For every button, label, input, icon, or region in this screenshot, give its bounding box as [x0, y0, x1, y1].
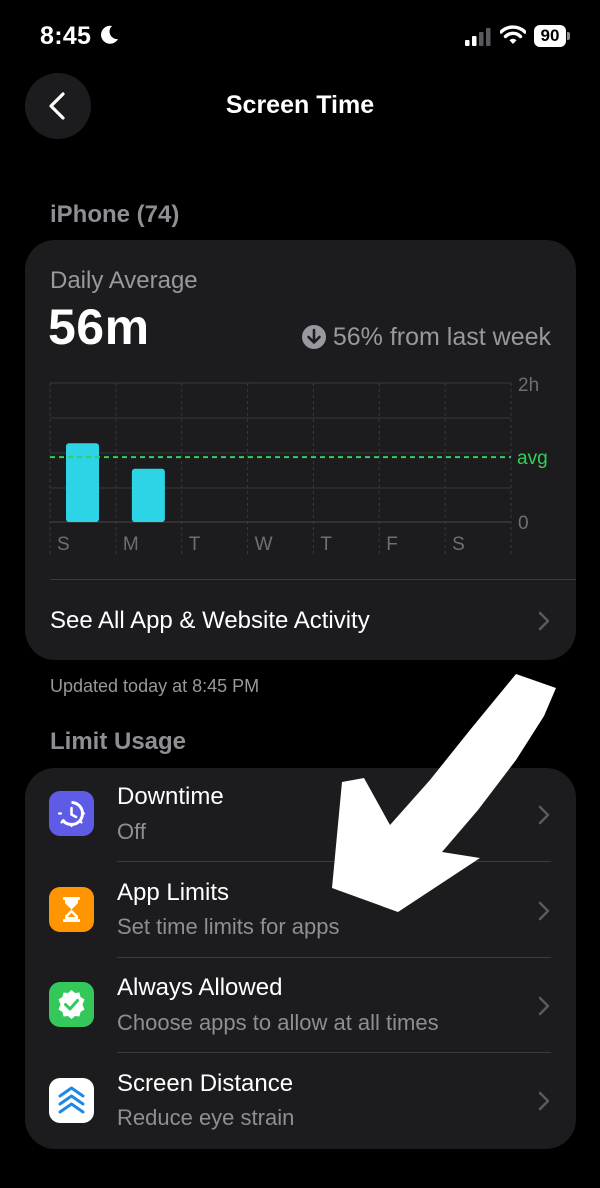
chart-day-label: M — [123, 534, 139, 555]
chart-y-tick-label: 2h — [518, 375, 539, 396]
chevron-right-icon — [538, 805, 550, 825]
row-divider — [117, 1052, 551, 1053]
card-divider — [50, 579, 576, 580]
checkmark-badge-icon — [49, 982, 94, 1027]
battery-level: 90 — [540, 26, 560, 45]
chart-day-label: W — [255, 534, 273, 555]
hourglass-icon — [49, 887, 94, 932]
downtime-subtitle: Off — [117, 819, 146, 844]
chart-bar — [66, 443, 99, 522]
limit-usage-header: Limit Usage — [50, 728, 187, 755]
screen-distance-icon — [49, 1078, 94, 1123]
chevron-right-icon[interactable] — [538, 611, 550, 631]
usage-card: Daily Average 56m 56% from last week avg… — [25, 240, 576, 660]
chevron-right-icon — [538, 901, 550, 921]
row-divider — [117, 957, 551, 958]
chart-y-tick-label: 0 — [518, 513, 529, 534]
chevron-right-icon — [538, 996, 550, 1016]
app-limits-title: App Limits — [117, 879, 230, 906]
screen-distance-title: Screen Distance — [117, 1070, 294, 1097]
chart-day-label: T — [320, 534, 332, 555]
battery-icon: 90 — [534, 25, 570, 47]
downtime-title: Downtime — [117, 783, 224, 810]
chart-day-label: S — [57, 534, 70, 555]
chart-day-label: S — [452, 534, 465, 555]
screen-distance-subtitle: Reduce eye strain — [117, 1105, 295, 1130]
chart-bar — [131, 468, 165, 522]
chart-day-label: T — [189, 534, 201, 555]
page-title: Screen Time — [225, 91, 375, 119]
moon-icon — [101, 25, 118, 44]
chart-average-label: avg — [517, 448, 548, 469]
limit-usage-card: Downtime Off App Limits Set time limits … — [25, 768, 576, 1149]
see-all-activity-link[interactable]: See All App & Website Activity — [50, 607, 370, 635]
signal-icon — [465, 28, 491, 46]
row-divider — [117, 861, 551, 862]
wifi-icon — [500, 25, 526, 44]
app-limits-subtitle: Set time limits for apps — [117, 914, 340, 939]
downtime-icon — [49, 791, 94, 836]
updated-timestamp: Updated today at 8:45 PM — [50, 676, 260, 696]
status-time: 8:45 — [40, 22, 92, 50]
chart-day-label: F — [386, 534, 398, 555]
device-section-header: iPhone (74) — [50, 201, 180, 228]
always-allowed-title: Always Allowed — [117, 974, 283, 1001]
status-bar: 8:45 90 — [0, 0, 600, 72]
usage-chart[interactable]: avg 2h 0 S M T W T F S — [25, 240, 576, 570]
always-allowed-subtitle: Choose apps to allow at all times — [117, 1010, 439, 1035]
chevron-right-icon — [538, 1091, 550, 1111]
